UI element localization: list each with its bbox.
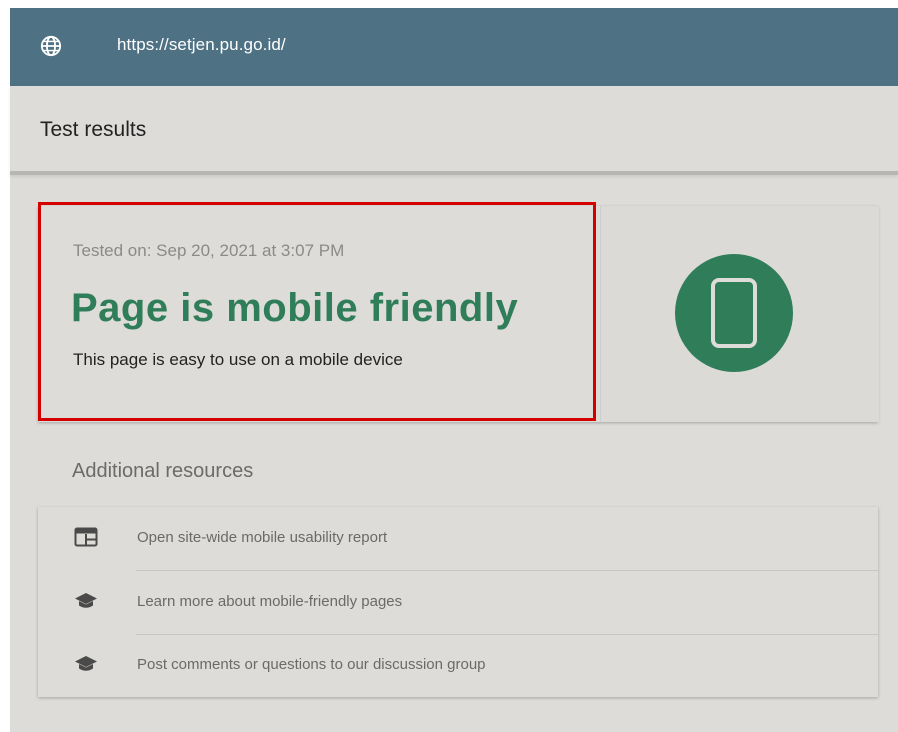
tested-on-timestamp: Tested on: Sep 20, 2021 at 3:07 PM bbox=[73, 241, 345, 260]
results-header: Test results bbox=[10, 86, 898, 175]
url-bar: https://setjen.pu.go.id/ bbox=[10, 8, 898, 86]
resource-item-label[interactable]: Open site-wide mobile usability report bbox=[137, 529, 387, 546]
resource-item-label[interactable]: Learn more about mobile-friendly pages bbox=[137, 593, 402, 610]
tested-url[interactable]: https://setjen.pu.go.id/ bbox=[117, 35, 286, 55]
result-icon-panel bbox=[600, 206, 879, 422]
resource-item-label[interactable]: Post comments or questions to our discus… bbox=[137, 656, 486, 673]
graduation-cap-icon bbox=[75, 656, 97, 671]
resource-item-usability-report[interactable]: Open site-wide mobile usability report bbox=[38, 507, 878, 570]
verdict-heading: Page is mobile friendly bbox=[71, 286, 519, 330]
resource-item-discussion-group[interactable]: Post comments or questions to our discus… bbox=[38, 634, 878, 697]
resources-list: Open site-wide mobile usability report L… bbox=[38, 507, 878, 697]
graduation-cap-icon bbox=[75, 593, 97, 608]
page: https://setjen.pu.go.id/ Test results Te… bbox=[10, 8, 898, 732]
report-icon bbox=[74, 527, 98, 547]
resource-item-learn-more[interactable]: Learn more about mobile-friendly pages bbox=[38, 571, 878, 634]
result-card: Tested on: Sep 20, 2021 at 3:07 PM Page … bbox=[38, 206, 879, 422]
phone-outline bbox=[711, 278, 757, 348]
globe-icon bbox=[40, 35, 62, 57]
resources-heading: Additional resources bbox=[72, 460, 254, 482]
page-title: Test results bbox=[40, 118, 147, 141]
verdict-description: This page is easy to use on a mobile dev… bbox=[73, 350, 403, 369]
result-summary: Tested on: Sep 20, 2021 at 3:07 PM Page … bbox=[38, 206, 600, 422]
mobile-phone-icon bbox=[675, 254, 793, 372]
